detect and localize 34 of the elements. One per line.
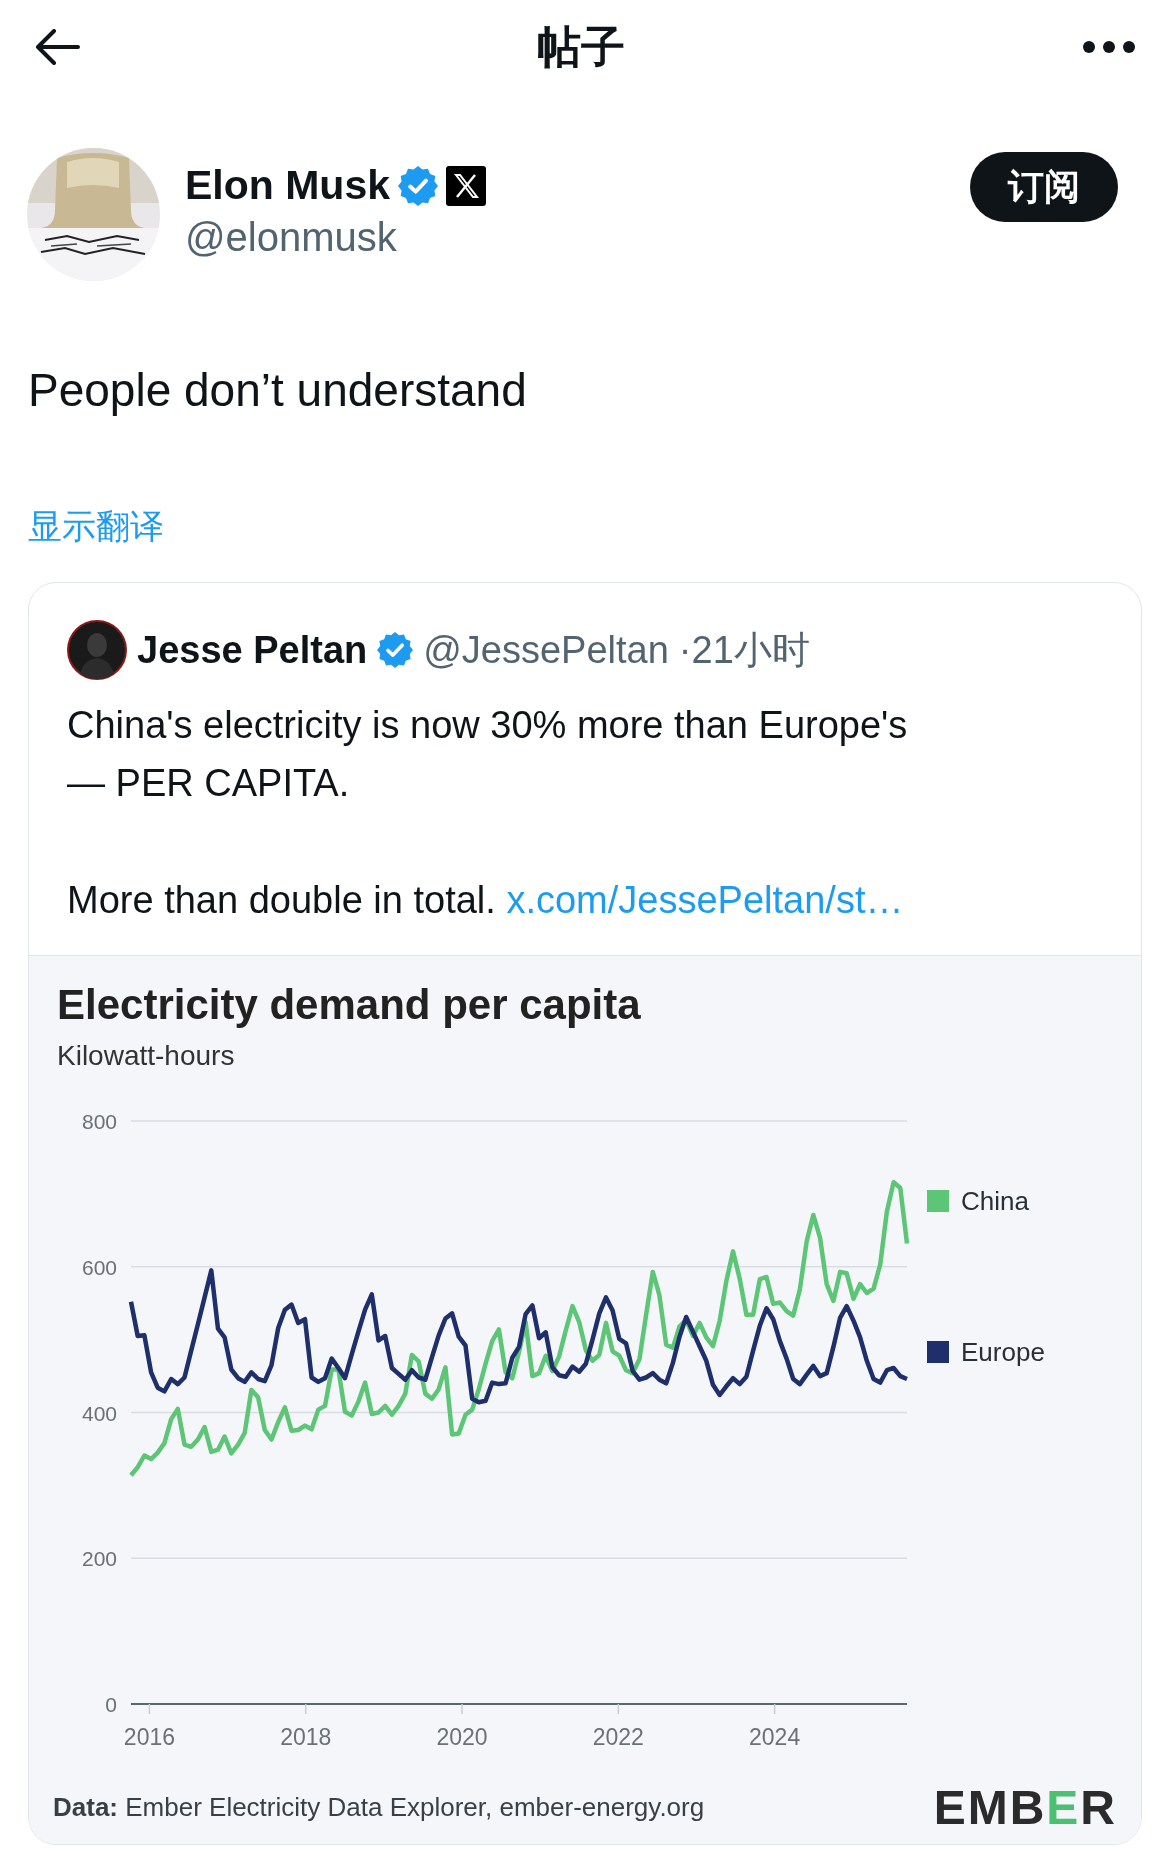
subscribe-button[interactable]: 订阅 (970, 152, 1118, 222)
x-logo-icon (446, 165, 487, 206)
x-axis-label: 2020 (436, 1724, 488, 1750)
y-axis-label: 800 (81, 1110, 117, 1133)
y-axis-label: 0 (105, 1693, 117, 1716)
legend-label: Europe (961, 1337, 1045, 1367)
author-name: Jesse Peltan (137, 628, 368, 672)
post-text: People don’t understand (28, 363, 528, 418)
post-text: More than double in total. x.com/JessePeltan/st… (67, 878, 905, 923)
legend-swatch (927, 1190, 949, 1212)
post-text: China's electricity is now 30% more than Europe's — PER CAPITA. (67, 703, 909, 806)
x-axis-label: 2018 (280, 1724, 332, 1750)
post-time: ·21小时 (678, 627, 810, 673)
quoted-post-card[interactable] (28, 582, 1142, 1845)
x-axis-label: 2024 (749, 1724, 801, 1750)
back-arrow-icon[interactable] (34, 29, 80, 65)
y-axis-label: 200 (81, 1547, 117, 1571)
y-axis-label: 600 (81, 1255, 117, 1279)
chart-source: Data: Ember Electricity Data Explorer, ember-energy.org (53, 1792, 705, 1823)
y-axis-label: 400 (81, 1401, 117, 1425)
author-handle: @JessePeltan (423, 628, 669, 672)
chart-subtitle: Kilowatt-hours (56, 1039, 236, 1073)
x-axis-label: 2016 (123, 1724, 176, 1750)
legend-swatch (927, 1341, 949, 1363)
author-name: Elon Musk (185, 162, 391, 209)
legend-label: China (961, 1186, 1029, 1216)
translate-link[interactable]: 显示翻译 (28, 504, 164, 548)
post-link[interactable]: x.com/JessePeltan/st… (506, 879, 904, 921)
x-axis-label: 2022 (592, 1724, 644, 1750)
page-title: 帖子 (537, 20, 625, 73)
more-options-icon[interactable] (1082, 40, 1136, 54)
chart-title: Electricity demand per capita (56, 980, 642, 1030)
ember-logo: EMBER (933, 1780, 1117, 1835)
author-handle: @elonmusk (185, 215, 397, 259)
